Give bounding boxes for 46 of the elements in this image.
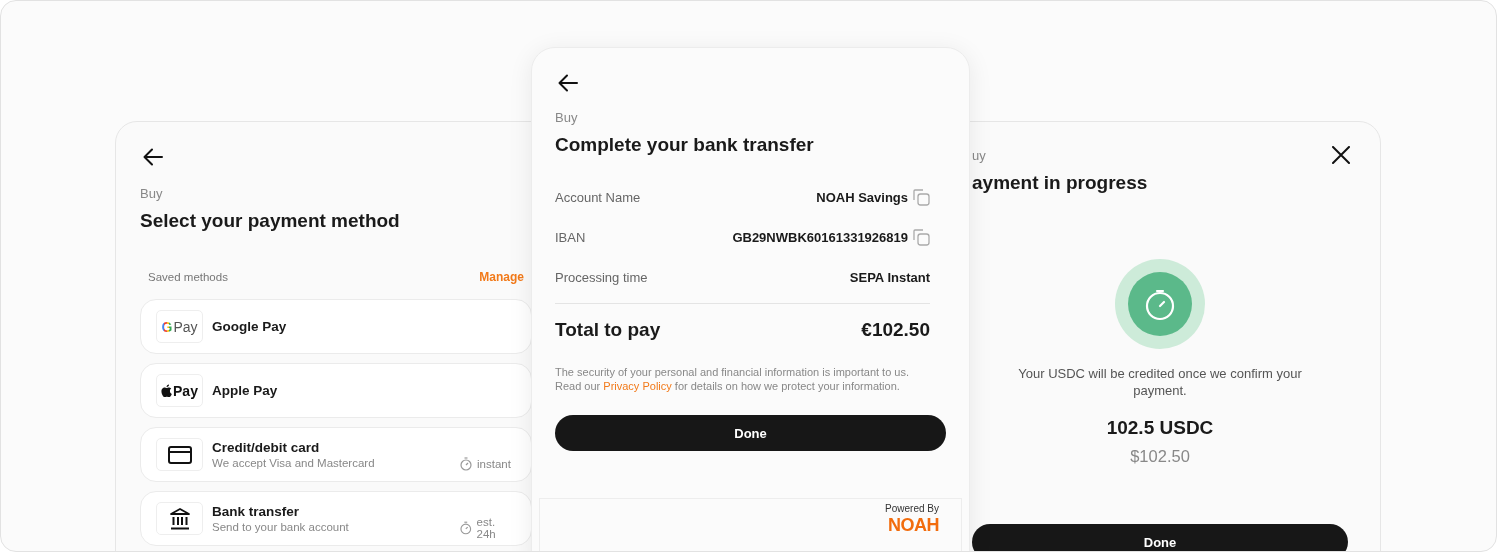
processing-speed: instant [477,457,511,470]
apple-icon [161,384,173,397]
total-label: Total to pay [555,319,661,341]
section-label: Saved methods [148,271,228,283]
brand-logo: NOAH [888,516,939,534]
panel-title: ayment in progress [972,172,1148,194]
eyebrow-label: uy [972,148,987,163]
detail-label: IBAN [555,229,586,245]
timer-icon [460,520,472,535]
detail-value: GB29NWBK60161331926819 [732,229,908,245]
logo-text: Pay [173,382,198,399]
crypto-amount: 102.5 USDC [1106,417,1214,439]
panel-title: Complete your bank transfer [555,134,815,156]
eyebrow-label: Buy [140,186,164,201]
total-amount: €102.50 [861,319,930,341]
done-button[interactable]: Done [555,415,946,451]
payment-method-option[interactable]: Credit/debit card We accept Visa and Mastercard instant [140,427,532,482]
method-name: Credit/debit card [212,440,321,455]
method-description: Send to your bank account [212,521,349,533]
stopwatch-icon [1115,259,1205,349]
method-name: Google Pay [212,319,287,334]
method-name: Apple Pay [212,383,278,398]
fiat-amount: $102.50 [1130,447,1190,466]
detail-value: SEPA Instant [849,269,930,285]
back-arrow-icon[interactable] [143,148,163,166]
eyebrow-label: Buy [555,110,579,125]
detail-value: NOAH Savings [816,189,908,205]
panel-title: Select your payment method [140,210,401,232]
detail-label: Account Name [555,189,641,205]
method-name: Bank transfer [212,504,301,519]
payment-method-option[interactable]: Pay Apple Pay [140,363,532,418]
logo-text: Pay [173,318,198,335]
status-message: Your USDC will be credited once we confirm your payment. [1017,365,1303,399]
payment-method-option[interactable]: GPay Google Pay [140,299,532,354]
security-notice: The security of your personal and financial information is important to us. Read our Privacy Policy for details on how we protect your information. [555,365,910,393]
powered-by-label: Powered By [885,503,939,514]
done-button[interactable]: Done [972,524,1348,551]
processing-speed: est. 24h [476,515,497,540]
close-icon[interactable] [1332,146,1350,164]
payment-method-option[interactable]: Bank transfer Send to your bank account est. 24h [140,491,532,546]
method-description: We accept Visa and Mastercard [212,457,375,469]
credit-card-icon [167,445,192,464]
bank-icon [168,507,191,530]
timer-icon [460,456,472,471]
detail-label: Processing time [555,269,648,285]
back-arrow-icon[interactable] [558,74,578,92]
